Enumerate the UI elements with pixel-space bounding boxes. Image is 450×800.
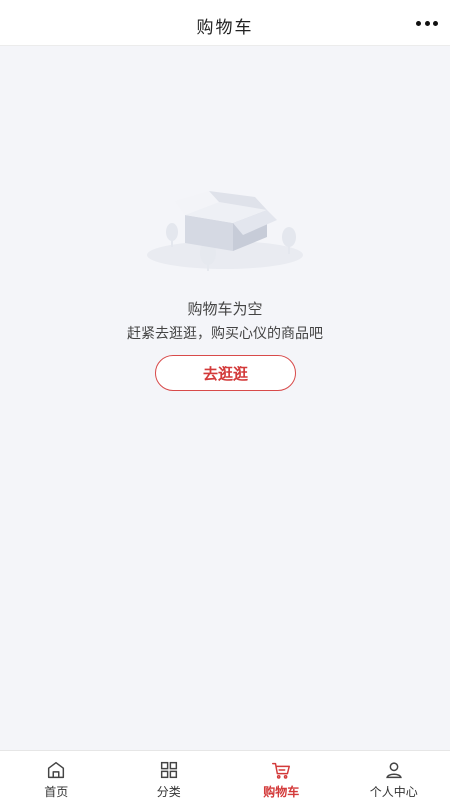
go-shopping-button[interactable]: 去逛逛 <box>155 355 296 391</box>
tab-profile-label: 个人中心 <box>369 785 418 799</box>
empty-box-icon <box>147 191 303 271</box>
cart-icon <box>272 762 291 779</box>
more-options-button[interactable] <box>416 14 438 32</box>
tab-cart[interactable]: 购物车 <box>225 751 338 800</box>
user-icon <box>385 762 402 779</box>
empty-cart-subtitle: 赶紧去逛逛，购买心仪的商品吧 <box>127 326 323 342</box>
tab-home-label: 首页 <box>44 785 69 799</box>
top-navbar: 购物车 <box>0 0 450 46</box>
tab-category[interactable]: 分类 <box>113 751 226 800</box>
more-dots-icon <box>433 20 438 26</box>
bottom-tab-bar: 首页 分类 购物车 个人中心 <box>0 750 450 800</box>
tab-category-label: 分类 <box>156 785 181 799</box>
home-icon <box>48 761 65 779</box>
tab-profile[interactable]: 个人中心 <box>338 751 450 800</box>
tab-cart-label: 购物车 <box>263 785 300 799</box>
more-dots-icon <box>424 20 430 26</box>
tab-home[interactable]: 首页 <box>0 751 113 800</box>
grid-icon <box>160 761 177 779</box>
page-title: 购物车 <box>196 18 254 38</box>
empty-cart-title: 购物车为空 <box>187 300 263 318</box>
more-dots-icon <box>416 20 421 26</box>
